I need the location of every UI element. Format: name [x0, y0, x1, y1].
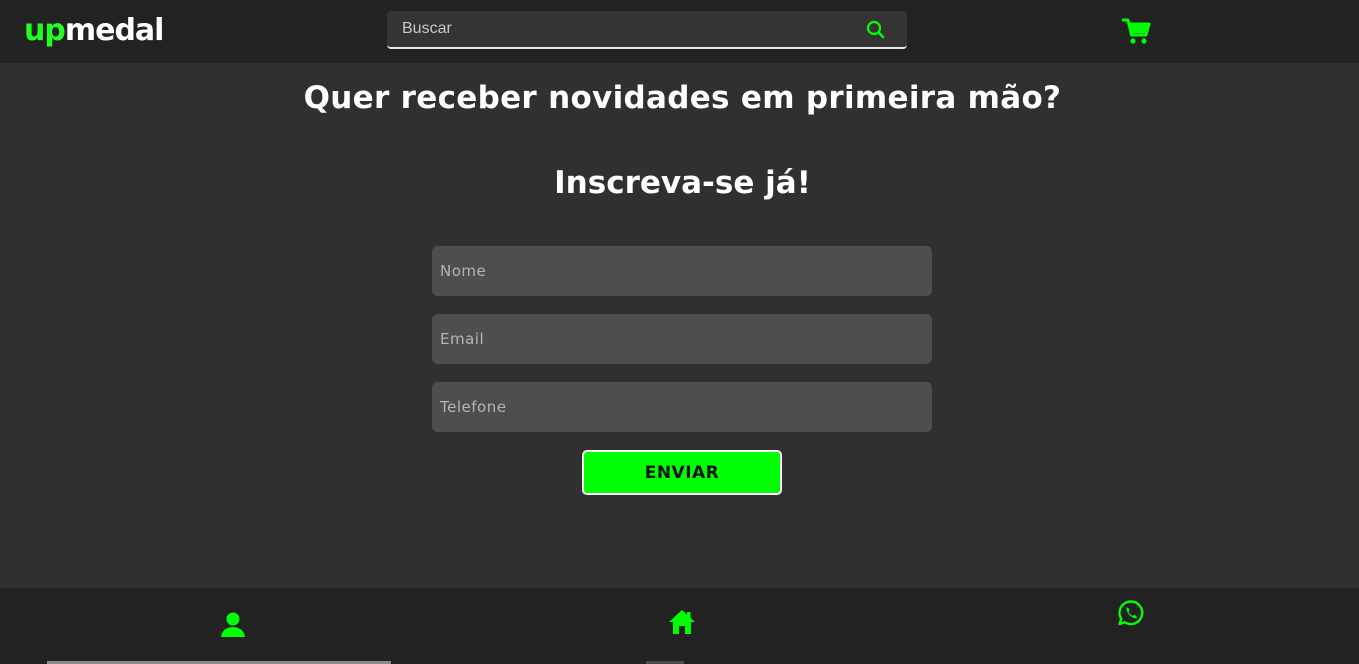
- name-field[interactable]: [432, 246, 932, 296]
- email-field[interactable]: [432, 314, 932, 364]
- search-bar: [387, 11, 907, 49]
- search-icon[interactable]: [865, 19, 887, 41]
- home-icon[interactable]: [668, 608, 696, 636]
- search-input[interactable]: [387, 11, 857, 47]
- upmedal-logo[interactable]: up medal: [24, 8, 184, 52]
- page-title: Quer receber novidades em primeira mão?: [303, 80, 1062, 116]
- top-header: up medal: [0, 0, 1359, 63]
- logo-part-medal: medal: [64, 12, 165, 48]
- cart-icon[interactable]: [1121, 17, 1152, 45]
- bottom-nav: [0, 588, 1359, 664]
- whatsapp-icon[interactable]: [1117, 599, 1145, 627]
- logo-part-up: up: [24, 12, 66, 48]
- page-subtitle: Inscreva-se já!: [554, 165, 811, 201]
- submit-button[interactable]: ENVIAR: [582, 450, 782, 495]
- user-icon[interactable]: [219, 610, 247, 638]
- phone-field[interactable]: [432, 382, 932, 432]
